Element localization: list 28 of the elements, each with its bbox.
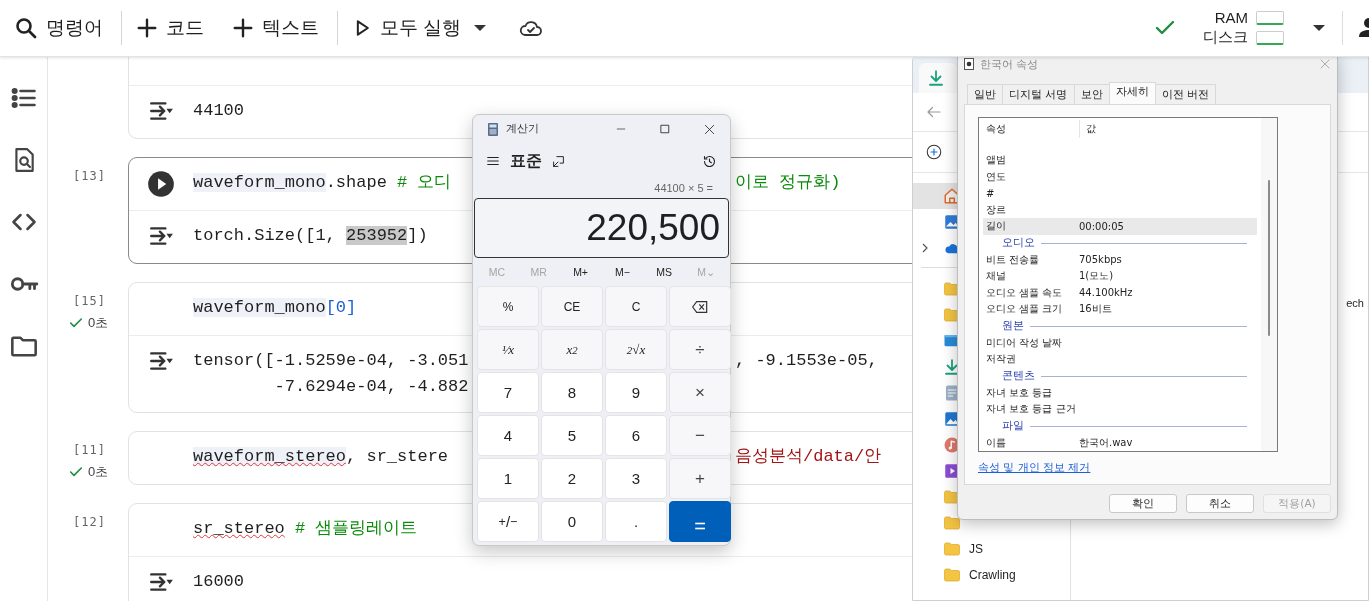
- resource-label: 디스크: [1203, 28, 1248, 47]
- code-line: -7.6294e-04, -4.882: [273, 376, 469, 398]
- code-line: 이로 정규화): [735, 172, 841, 194]
- section-heading: 원본: [1002, 319, 1024, 333]
- section-heading: 콘텐츠: [1002, 369, 1035, 383]
- execution-count: [12]: [72, 515, 107, 529]
- code-line: waveform_stereo, sr_stere: [193, 446, 449, 468]
- code-line: 음성분석/data/안: [735, 446, 882, 468]
- execution-count: [13]: [72, 169, 107, 183]
- section-heading: 오디오: [1002, 236, 1035, 250]
- execution-count: [11]: [72, 443, 107, 457]
- section-heading: 파일: [1002, 419, 1024, 433]
- code-line: , -9.1553e-05,: [735, 350, 878, 372]
- result-display: 220,500: [586, 207, 720, 249]
- code-line: waveform_mono.shape # 오디: [193, 172, 452, 194]
- code-line: 44100: [193, 100, 244, 122]
- run-time: 0초: [88, 314, 109, 332]
- window-title: 한국어 속성: [980, 56, 1039, 72]
- mode-title: 표준: [510, 150, 542, 171]
- code-line: torch.Size([1, 253952]): [193, 225, 428, 247]
- window-title: 계산기: [506, 122, 539, 136]
- code-line: tensor([-1.5259e-04, -3.051: [193, 350, 469, 372]
- code-line: sr_stereo # 샘플링레이트: [193, 518, 418, 540]
- code-line: 16000: [193, 571, 244, 593]
- execution-count: [15]: [72, 294, 107, 308]
- resource-label: RAM: [1214, 9, 1248, 26]
- expression: 44100 × 5 =: [654, 182, 713, 194]
- run-time: 0초: [88, 463, 109, 481]
